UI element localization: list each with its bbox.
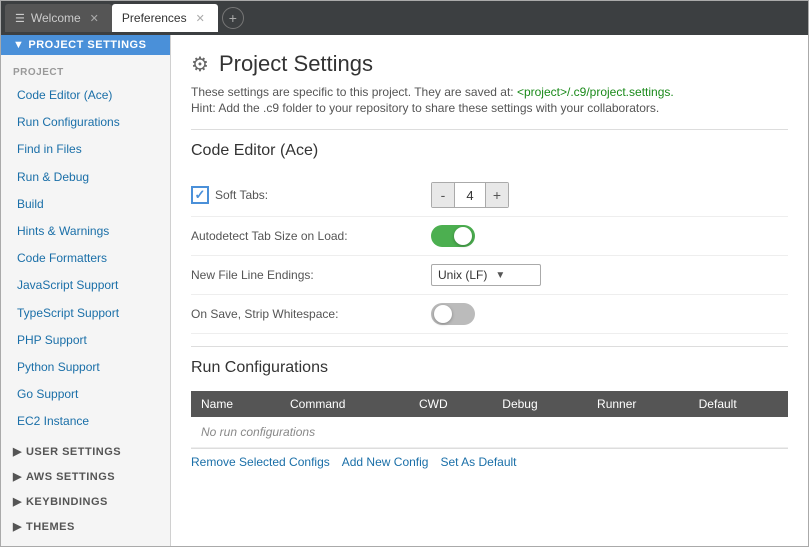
code-editor-divider — [191, 129, 788, 130]
tab-welcome[interactable]: ☰ Welcome ✕ — [5, 4, 112, 32]
info-link[interactable]: <project>/.c9/project.settings. — [517, 85, 674, 99]
sidebar-item-code-formatters[interactable]: Code Formatters — [1, 245, 170, 272]
chevron-right-icon-aws: ▶ — [13, 470, 22, 483]
tab-welcome-close[interactable]: ✕ — [87, 11, 102, 26]
page-title-row: ⚙ Project Settings — [191, 51, 788, 77]
tab-preferences-close[interactable]: ✕ — [193, 11, 208, 26]
tab-welcome-label: Welcome — [31, 11, 81, 25]
sidebar-item-javascript-support[interactable]: JavaScript Support — [1, 272, 170, 299]
code-editor-heading: Code Editor (Ace) — [191, 142, 788, 160]
main-content: ▼ PROJECT SETTINGS PROJECT Code Editor (… — [1, 35, 808, 546]
autodetect-toggle-control — [431, 225, 475, 247]
sidebar-item-run-debug[interactable]: Run & Debug — [1, 164, 170, 191]
run-config-empty-row: No run configurations — [191, 417, 788, 448]
stepper-value-input[interactable] — [454, 183, 486, 207]
chevron-right-icon-key: ▶ — [13, 495, 22, 508]
toggle-knob — [454, 227, 472, 245]
run-config-actions: Remove Selected Configs Add New Config S… — [191, 448, 788, 475]
col-debug: Debug — [492, 391, 587, 417]
right-panel: ⚙ Project Settings These settings are sp… — [171, 35, 808, 546]
sidebar-item-php-support[interactable]: PHP Support — [1, 327, 170, 354]
chevron-right-icon-themes: ▶ — [13, 520, 22, 533]
col-runner: Runner — [587, 391, 689, 417]
sidebar-item-build[interactable]: Build — [1, 191, 170, 218]
run-config-divider — [191, 346, 788, 347]
run-config-heading: Run Configurations — [191, 359, 788, 377]
sidebar-project-settings-header[interactable]: ▼ PROJECT SETTINGS — [1, 35, 170, 55]
sidebar-item-code-editor[interactable]: Code Editor (Ace) — [1, 82, 170, 109]
toggle-knob-off — [434, 305, 452, 323]
dropdown-value: Unix (LF) — [438, 268, 487, 282]
set-default-button[interactable]: Set As Default — [440, 455, 516, 469]
hint-text: Hint: Add the .c9 folder to your reposit… — [191, 101, 788, 115]
run-config-table-header-row: Name Command CWD Debug Runner Default — [191, 391, 788, 417]
setting-row-soft-tabs: Soft Tabs: - + — [191, 174, 788, 217]
setting-row-line-endings: New File Line Endings: Unix (LF) ▼ — [191, 256, 788, 295]
col-default: Default — [689, 391, 788, 417]
sidebar-item-typescript-support[interactable]: TypeScript Support — [1, 300, 170, 327]
run-config-section: Run Configurations Name Command CWD Debu… — [191, 359, 788, 475]
page-title: Project Settings — [219, 51, 373, 77]
tab-size-stepper: - + — [431, 182, 509, 208]
sidebar-keybindings-header[interactable]: ▶ KEYBINDINGS — [1, 489, 170, 514]
chevron-down-icon: ▼ — [13, 39, 24, 51]
setting-row-strip-whitespace: On Save, Strip Whitespace: — [191, 295, 788, 334]
line-endings-label: New File Line Endings: — [191, 268, 431, 282]
sidebar-project-category: PROJECT — [1, 63, 170, 82]
strip-whitespace-toggle-control — [431, 303, 475, 325]
tab-add-icon: + — [229, 10, 237, 26]
sidebar-user-settings-header[interactable]: ▶ USER SETTINGS — [1, 439, 170, 464]
sidebar-item-find-in-files[interactable]: Find in Files — [1, 136, 170, 163]
app-container: ☰ Welcome ✕ Preferences ✕ + ▼ PROJECT SE… — [0, 0, 809, 547]
tab-bar: ☰ Welcome ✕ Preferences ✕ + — [1, 1, 808, 35]
sidebar-item-run-configurations[interactable]: Run Configurations — [1, 109, 170, 136]
run-config-table: Name Command CWD Debug Runner Default No… — [191, 391, 788, 448]
sidebar-item-hints-warnings[interactable]: Hints & Warnings — [1, 218, 170, 245]
add-config-button[interactable]: Add New Config — [342, 455, 429, 469]
tab-preferences[interactable]: Preferences ✕ — [112, 4, 218, 32]
info-text: These settings are specific to this proj… — [191, 85, 788, 99]
line-endings-dropdown[interactable]: Unix (LF) ▼ — [431, 264, 541, 286]
sidebar: ▼ PROJECT SETTINGS PROJECT Code Editor (… — [1, 35, 171, 546]
sidebar-aws-settings-header[interactable]: ▶ AWS SETTINGS — [1, 464, 170, 489]
autodetect-toggle[interactable] — [431, 225, 475, 247]
stepper-decrement-button[interactable]: - — [432, 183, 454, 207]
soft-tabs-label: Soft Tabs: — [191, 186, 431, 204]
soft-tabs-control: Soft Tabs: — [191, 186, 431, 204]
strip-whitespace-toggle[interactable] — [431, 303, 475, 325]
sidebar-project-section: PROJECT Code Editor (Ace) Run Configurat… — [1, 55, 170, 439]
sidebar-item-ec2-instance[interactable]: EC2 Instance — [1, 408, 170, 435]
remove-config-button[interactable]: Remove Selected Configs — [191, 455, 330, 469]
chevron-down-icon: ▼ — [495, 270, 505, 281]
setting-row-autodetect: Autodetect Tab Size on Load: — [191, 217, 788, 256]
soft-tabs-checkbox[interactable] — [191, 186, 209, 204]
welcome-tab-icon: ☰ — [15, 12, 25, 25]
sidebar-themes-header[interactable]: ▶ THEMES — [1, 514, 170, 539]
autodetect-label: Autodetect Tab Size on Load: — [191, 229, 431, 243]
line-endings-dropdown-control: Unix (LF) ▼ — [431, 264, 541, 286]
chevron-right-icon: ▶ — [13, 445, 22, 458]
gear-icon: ⚙ — [191, 52, 209, 77]
soft-tabs-stepper-control: - + — [431, 182, 509, 208]
sidebar-item-go-support[interactable]: Go Support — [1, 381, 170, 408]
col-cwd: CWD — [409, 391, 492, 417]
col-command: Command — [280, 391, 409, 417]
tab-add-button[interactable]: + — [222, 7, 244, 29]
col-name: Name — [191, 391, 280, 417]
sidebar-project-settings-label: PROJECT SETTINGS — [28, 39, 146, 51]
tab-preferences-label: Preferences — [122, 11, 187, 25]
strip-whitespace-label: On Save, Strip Whitespace: — [191, 307, 431, 321]
run-config-empty-text: No run configurations — [191, 417, 788, 448]
sidebar-item-python-support[interactable]: Python Support — [1, 354, 170, 381]
stepper-increment-button[interactable]: + — [486, 183, 508, 207]
